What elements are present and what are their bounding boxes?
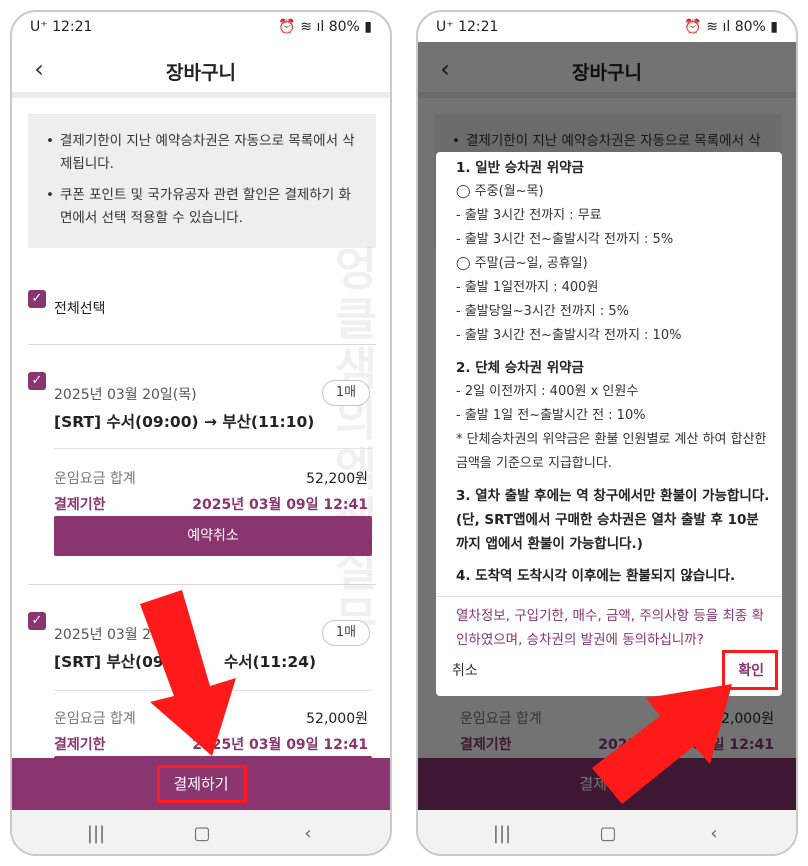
ticket-divider — [54, 448, 372, 449]
policy-line: - 출발 1일 전~출발시간 전 : 10% — [456, 408, 646, 423]
ticket-quantity-badge: 1매 — [322, 380, 370, 406]
notice-item: 결제기한이 지난 예약승차권은 자동으로 목록에서 삭제됩니다. — [46, 130, 362, 176]
select-all-checkbox[interactable]: ✓ — [28, 290, 46, 308]
status-battery: ⏰ ≋ ıl 80% ▮ — [278, 19, 372, 35]
policy-line: ◯ 주중(월~목) — [456, 184, 544, 199]
ticket-date: 2025년 03월 20일(목) — [54, 387, 197, 403]
policy-line: - 출발 3시간 전~출발시각 전까지 : 10% — [456, 328, 682, 343]
dialog-cancel-button[interactable]: 취소 — [452, 660, 478, 680]
system-nav-bar: ||| ▢ ‹ — [418, 810, 796, 854]
policy-line: - 2일 이전까지 : 400원 x 인원수 — [456, 384, 639, 399]
dialog-divider — [436, 596, 782, 597]
policy-line: - 출발 3시간 전~출발시각 전까지 : 5% — [456, 232, 674, 247]
highlight-box — [157, 765, 247, 803]
policy-section-heading: 3. 열차 출발 후에는 역 창구에서만 환불이 가능합니다.(단, SRT앱에… — [456, 488, 770, 552]
status-bar: U⁺ 12:21 ⏰ ≋ ıl 80% ▮ — [12, 12, 390, 42]
back-nav-icon[interactable]: ‹ — [694, 822, 734, 846]
policy-line: ◯ 주말(금~일, 공휴일) — [456, 256, 588, 271]
divider — [28, 584, 376, 585]
fare-value: 52,000원 — [306, 711, 368, 727]
recent-apps-icon[interactable]: ||| — [482, 822, 522, 846]
policy-line: - 출발당일~3시간 전까지 : 5% — [456, 304, 630, 319]
status-time: U⁺ 12:21 — [30, 19, 93, 35]
phone-refund-dialog-screen: U⁺ 12:21 ⏰ ≋ ıl 80% ▮ ‹ 장바구니 결제기한이 지난 예약… — [416, 10, 798, 856]
app-bar: ‹ 장바구니 — [12, 42, 390, 98]
recent-apps-icon[interactable]: ||| — [76, 822, 116, 846]
ticket-checkbox[interactable]: ✓ — [28, 372, 46, 390]
ticket-quantity-badge: 1매 — [322, 620, 370, 646]
red-arrow-up-right-icon — [592, 684, 732, 804]
confirm-question: 열차정보, 구입기한, 매수, 금액, 주의사항 등을 최종 확인하였으며, 승… — [456, 608, 765, 648]
policy-section-heading: 2. 단체 승차권 위약금 — [456, 360, 584, 376]
home-icon[interactable]: ▢ — [182, 822, 222, 846]
deadline-value: 2025년 03월 09일 12:41 — [192, 497, 368, 513]
notice-item: 쿠폰 포인트 및 국가유공자 관련 할인은 결제하기 화면에서 선택 적용할 수… — [46, 184, 362, 230]
cancel-reservation-button[interactable]: 예약취소 — [54, 516, 372, 556]
policy-section-heading: 1. 일반 승차권 위약금 — [456, 160, 584, 176]
ticket-route: [SRT] 수서(09:00) → 부산(11:10) — [54, 413, 315, 431]
policy-line: - 출발 1일전까지 : 400원 — [456, 280, 599, 295]
phone-cart-screen: U⁺ 12:21 ⏰ ≋ ıl 80% ▮ ‹ 장바구니 결제기한이 지난 예약… — [10, 10, 392, 856]
policy-note: * 단체승차권의 위약금은 환불 인원별로 계산 하여 합산한 금액을 기준으로… — [456, 432, 767, 471]
page-title: 장바구니 — [166, 62, 236, 84]
deadline-label: 결제기한 — [54, 497, 106, 513]
red-arrow-down-icon — [140, 590, 236, 756]
policy-line: - 출발 3시간 전까지 : 무료 — [456, 208, 602, 223]
system-nav-bar: ||| ▢ ‹ — [12, 810, 390, 854]
status-battery: ⏰ ≋ ıl 80% ▮ — [684, 19, 778, 35]
deadline-label: 결제기한 — [54, 737, 106, 753]
status-time: U⁺ 12:21 — [436, 19, 499, 35]
ticket-checkbox[interactable]: ✓ — [28, 612, 46, 630]
home-icon[interactable]: ▢ — [588, 822, 628, 846]
status-bar: U⁺ 12:21 ⏰ ≋ ıl 80% ▮ — [418, 12, 796, 42]
divider — [28, 344, 376, 345]
back-nav-icon[interactable]: ‹ — [288, 822, 328, 846]
select-all-label: 전체선택 — [54, 301, 106, 317]
policy-section-heading: 4. 도착역 도착시각 이후에는 환불되지 않습니다. — [456, 568, 736, 584]
fare-value: 52,200원 — [306, 471, 368, 487]
refund-policy-dialog: 1. 일반 승차권 위약금 ◯ 주중(월~목) - 출발 3시간 전까지 : 무… — [436, 152, 782, 696]
fare-label: 운임요금 합계 — [54, 471, 136, 487]
notice-box: 결제기한이 지난 예약승차권은 자동으로 목록에서 삭제됩니다. 쿠폰 포인트 … — [28, 114, 376, 248]
